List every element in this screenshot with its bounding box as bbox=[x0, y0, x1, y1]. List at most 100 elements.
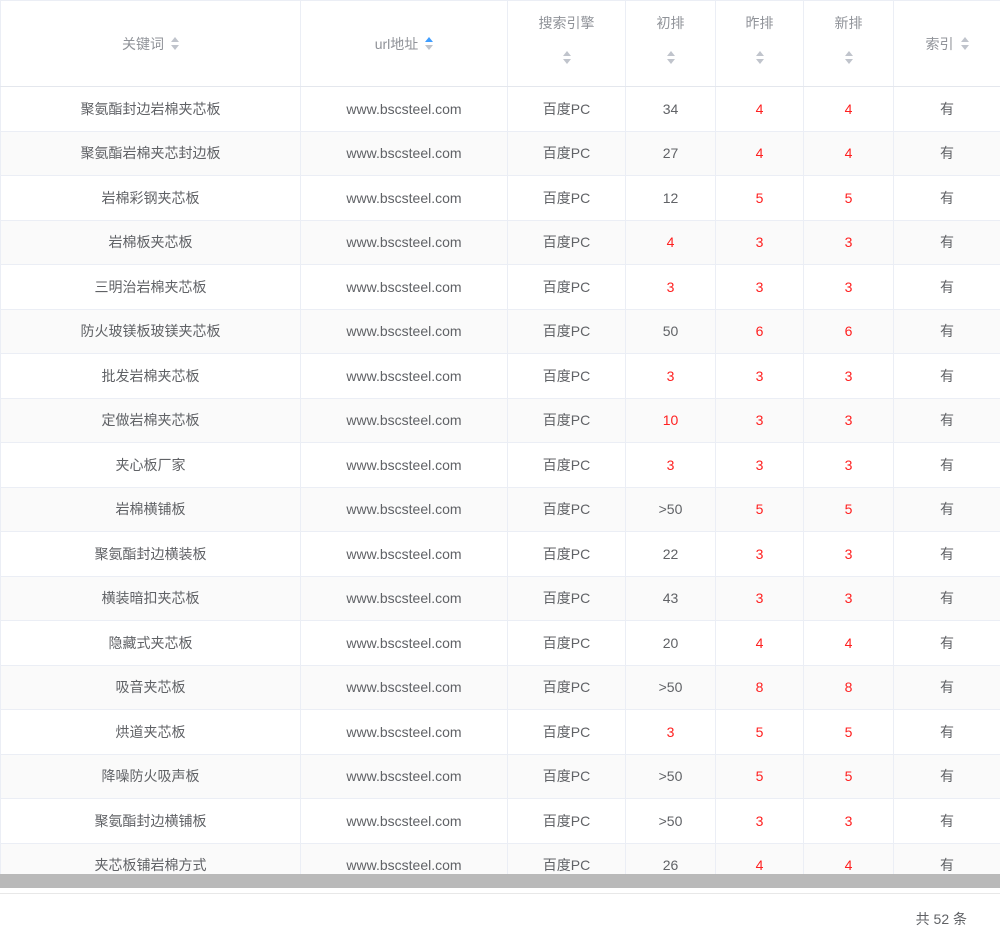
column-label-initial_rank: 初排 bbox=[657, 13, 685, 33]
table-row: 聚氨酯岩棉夹芯封边板www.bscsteel.com百度PC2744有 bbox=[1, 131, 1000, 176]
url-cell: www.bscsteel.com bbox=[301, 621, 508, 666]
search-engine-cell: 百度PC bbox=[508, 621, 626, 666]
header-cell: url地址 bbox=[301, 1, 507, 86]
keyword-cell: 烘道夹芯板 bbox=[1, 710, 301, 755]
search-engine-cell: 百度PC bbox=[508, 710, 626, 755]
keyword-cell: 吸音夹芯板 bbox=[1, 665, 301, 710]
yesterday-rank-cell: 3 bbox=[716, 576, 804, 621]
column-header-url[interactable]: url地址 bbox=[301, 1, 508, 87]
yesterday-rank-cell: 3 bbox=[716, 354, 804, 399]
keyword-cell: 岩棉板夹芯板 bbox=[1, 220, 301, 265]
url-cell: www.bscsteel.com bbox=[301, 443, 508, 488]
yesterday-rank-cell: 5 bbox=[716, 487, 804, 532]
search-engine-cell: 百度PC bbox=[508, 220, 626, 265]
horizontal-scrollbar-thumb[interactable] bbox=[0, 874, 1000, 888]
column-header-engine[interactable]: 搜索引擎 bbox=[508, 1, 626, 87]
index-cell: 有 bbox=[894, 220, 1000, 265]
search-engine-cell: 百度PC bbox=[508, 398, 626, 443]
initial-rank-cell: 34 bbox=[626, 87, 716, 132]
sort-carets bbox=[171, 37, 179, 50]
total-count-label: 共 52 条 bbox=[0, 894, 1000, 929]
yesterday-rank-cell: 4 bbox=[716, 131, 804, 176]
table-row: 定做岩棉夹芯板www.bscsteel.com百度PC1033有 bbox=[1, 398, 1000, 443]
keyword-cell: 聚氨酯封边横装板 bbox=[1, 532, 301, 577]
table-row: 岩棉彩钢夹芯板www.bscsteel.com百度PC1255有 bbox=[1, 176, 1000, 221]
new-rank-cell: 3 bbox=[804, 220, 894, 265]
header-cell: 搜索引擎 bbox=[508, 1, 625, 86]
rank-table: 关键词url地址搜索引擎初排昨排新排索引 聚氨酯封边岩棉夹芯板www.bscst… bbox=[0, 0, 1000, 888]
url-cell: www.bscsteel.com bbox=[301, 799, 508, 844]
header-row: 关键词url地址 搜索引擎 初排 昨排 新排索引 bbox=[1, 1, 1000, 87]
sort-descending-icon bbox=[961, 45, 969, 50]
url-cell: www.bscsteel.com bbox=[301, 487, 508, 532]
index-cell: 有 bbox=[894, 754, 1000, 799]
url-cell: www.bscsteel.com bbox=[301, 665, 508, 710]
column-label-yesterday_rank: 昨排 bbox=[746, 13, 774, 33]
search-engine-cell: 百度PC bbox=[508, 532, 626, 577]
url-cell: www.bscsteel.com bbox=[301, 309, 508, 354]
new-rank-cell: 3 bbox=[804, 354, 894, 399]
keyword-cell: 批发岩棉夹芯板 bbox=[1, 354, 301, 399]
initial-rank-cell: 4 bbox=[626, 220, 716, 265]
header-cell: 索引 bbox=[894, 1, 1000, 86]
initial-rank-cell: 50 bbox=[626, 309, 716, 354]
new-rank-cell: 3 bbox=[804, 398, 894, 443]
index-cell: 有 bbox=[894, 621, 1000, 666]
initial-rank-cell: 43 bbox=[626, 576, 716, 621]
yesterday-rank-cell: 3 bbox=[716, 532, 804, 577]
url-cell: www.bscsteel.com bbox=[301, 87, 508, 132]
yesterday-rank-cell: 3 bbox=[716, 443, 804, 488]
table-row: 岩棉横铺板www.bscsteel.com百度PC>5055有 bbox=[1, 487, 1000, 532]
new-rank-cell: 6 bbox=[804, 309, 894, 354]
table-row: 批发岩棉夹芯板www.bscsteel.com百度PC333有 bbox=[1, 354, 1000, 399]
initial-rank-cell: 20 bbox=[626, 621, 716, 666]
column-label-engine: 搜索引擎 bbox=[539, 13, 595, 33]
yesterday-rank-cell: 5 bbox=[716, 176, 804, 221]
column-header-initial_rank[interactable]: 初排 bbox=[626, 1, 716, 87]
index-cell: 有 bbox=[894, 87, 1000, 132]
new-rank-cell: 5 bbox=[804, 754, 894, 799]
index-cell: 有 bbox=[894, 799, 1000, 844]
initial-rank-cell: >50 bbox=[626, 665, 716, 710]
sort-descending-icon bbox=[171, 45, 179, 50]
url-cell: www.bscsteel.com bbox=[301, 398, 508, 443]
search-engine-cell: 百度PC bbox=[508, 443, 626, 488]
keyword-cell: 隐藏式夹芯板 bbox=[1, 621, 301, 666]
new-rank-cell: 5 bbox=[804, 710, 894, 755]
new-rank-cell: 4 bbox=[804, 621, 894, 666]
search-engine-cell: 百度PC bbox=[508, 176, 626, 221]
table-row: 吸音夹芯板www.bscsteel.com百度PC>5088有 bbox=[1, 665, 1000, 710]
initial-rank-cell: 3 bbox=[626, 443, 716, 488]
header-cell: 昨排 bbox=[716, 1, 803, 86]
url-cell: www.bscsteel.com bbox=[301, 176, 508, 221]
search-engine-cell: 百度PC bbox=[508, 799, 626, 844]
index-cell: 有 bbox=[894, 131, 1000, 176]
url-cell: www.bscsteel.com bbox=[301, 131, 508, 176]
index-cell: 有 bbox=[894, 665, 1000, 710]
column-header-index[interactable]: 索引 bbox=[894, 1, 1000, 87]
index-cell: 有 bbox=[894, 309, 1000, 354]
header-cell: 初排 bbox=[626, 1, 715, 86]
search-engine-cell: 百度PC bbox=[508, 265, 626, 310]
sort-descending-icon bbox=[667, 59, 675, 64]
sort-ascending-icon bbox=[171, 37, 179, 42]
yesterday-rank-cell: 3 bbox=[716, 220, 804, 265]
yesterday-rank-cell: 5 bbox=[716, 710, 804, 755]
initial-rank-cell: 27 bbox=[626, 131, 716, 176]
initial-rank-cell: 3 bbox=[626, 354, 716, 399]
new-rank-cell: 8 bbox=[804, 665, 894, 710]
index-cell: 有 bbox=[894, 443, 1000, 488]
column-header-keyword[interactable]: 关键词 bbox=[1, 1, 301, 87]
new-rank-cell: 3 bbox=[804, 443, 894, 488]
table-row: 隐藏式夹芯板www.bscsteel.com百度PC2044有 bbox=[1, 621, 1000, 666]
index-cell: 有 bbox=[894, 532, 1000, 577]
keyword-cell: 三明治岩棉夹芯板 bbox=[1, 265, 301, 310]
column-header-yesterday_rank[interactable]: 昨排 bbox=[716, 1, 804, 87]
keyword-cell: 夹心板厂家 bbox=[1, 443, 301, 488]
column-header-new_rank[interactable]: 新排 bbox=[804, 1, 894, 87]
url-cell: www.bscsteel.com bbox=[301, 265, 508, 310]
search-engine-cell: 百度PC bbox=[508, 487, 626, 532]
sort-carets bbox=[845, 51, 853, 64]
new-rank-cell: 3 bbox=[804, 532, 894, 577]
index-cell: 有 bbox=[894, 487, 1000, 532]
